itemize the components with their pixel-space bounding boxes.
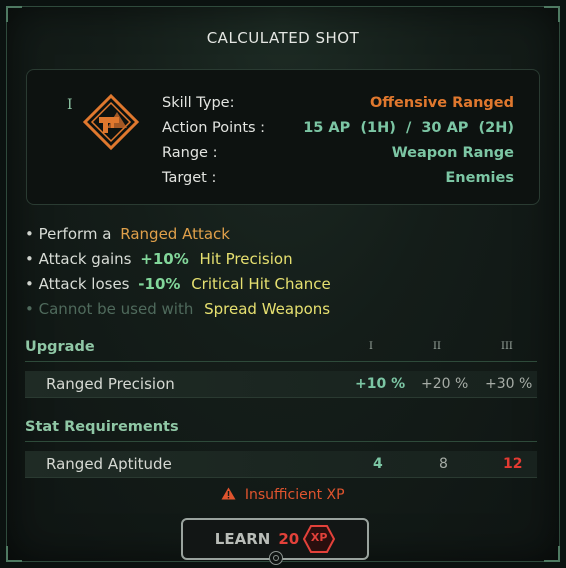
bullet: •	[25, 225, 34, 243]
info-label: Range :	[162, 145, 218, 161]
learn-button-label: LEARN	[214, 530, 271, 548]
xp-currency-label: XP	[310, 531, 328, 544]
info-label: Action Points :	[162, 120, 266, 136]
upgrade-value-tier-3: +30 %	[485, 376, 533, 392]
info-value: Enemies	[445, 170, 514, 186]
effect-text: Perform a	[38, 225, 112, 243]
info-row-range: Range : Weapon Range	[162, 145, 514, 170]
frame-corner	[6, 6, 22, 22]
tier-1-label: I	[369, 341, 373, 352]
effect-value: +10%	[140, 250, 189, 268]
info-value: Offensive Ranged	[369, 95, 514, 111]
insufficient-xp-warning: Insufficient XP	[7, 487, 559, 503]
upgrade-heading: Upgrade I II III	[25, 339, 537, 362]
effect-text: Attack loses	[38, 275, 130, 293]
bullet: •	[25, 300, 34, 318]
skill-tooltip-panel: CALCULATED SHOT I Skill Type: Offensive …	[6, 6, 560, 565]
effect-line: • Attack loses -10% Critical Hit Chance	[25, 275, 331, 300]
info-label: Target :	[162, 170, 217, 186]
skill-info-list: Skill Type: Offensive Ranged Action Poin…	[162, 95, 514, 195]
info-row-skill-type: Skill Type: Offensive Ranged	[162, 95, 514, 120]
requirements-heading: Stat Requirements	[25, 419, 537, 442]
frame-corner	[544, 546, 560, 562]
effect-keyword: Hit Precision	[199, 250, 293, 268]
panel-knob-decoration	[269, 551, 283, 565]
info-label: Skill Type:	[162, 95, 235, 111]
info-value: Weapon Range	[391, 145, 514, 161]
info-value: 15 AP (1H) / 30 AP (2H)	[303, 120, 514, 136]
effect-text: Attack gains	[38, 250, 132, 268]
effect-value: -10%	[138, 275, 181, 293]
info-row-target: Target : Enemies	[162, 170, 514, 195]
ranged-skill-icon	[81, 92, 141, 152]
frame-corner	[6, 546, 22, 562]
effect-keyword: Critical Hit Chance	[191, 275, 331, 293]
skill-info-box: I Skill Type: Offensive Ranged Action Po…	[26, 69, 540, 205]
upgrade-heading-label: Upgrade	[25, 339, 95, 355]
requirement-row-name: Ranged Aptitude	[46, 455, 172, 473]
tier-3-label: III	[501, 341, 513, 352]
effect-line: • Perform a Ranged Attack	[25, 225, 331, 250]
info-row-action-points: Action Points : 15 AP (1H) / 30 AP (2H)	[162, 120, 514, 145]
skill-title: CALCULATED SHOT	[206, 29, 360, 47]
warning-text: Insufficient XP	[244, 487, 345, 503]
effect-line: • Attack gains +10% Hit Precision	[25, 250, 331, 275]
effect-keyword: Spread Weapons	[204, 300, 331, 318]
tier-2-label: II	[433, 341, 441, 352]
requirement-value-tier-1: 4	[373, 456, 383, 472]
effect-line: • Cannot be used with Spread Weapons	[25, 300, 331, 325]
upgrade-row-name: Ranged Precision	[46, 375, 175, 393]
bullet: •	[25, 250, 34, 268]
bullet: •	[25, 275, 34, 293]
effect-keyword: Ranged Attack	[120, 225, 230, 243]
upgrade-value-tier-1: +10 %	[355, 376, 406, 392]
requirement-value-tier-2: 8	[439, 456, 448, 472]
rank-mark: I	[67, 97, 73, 113]
skill-effects-list: • Perform a Ranged Attack • Attack gains…	[25, 225, 331, 325]
upgrade-value-tier-2: +20 %	[421, 376, 469, 392]
requirement-value-tier-3: 12	[503, 456, 523, 472]
upgrade-row: Ranged Precision +10 % +20 % +30 %	[25, 371, 537, 398]
warning-icon	[221, 487, 236, 500]
xp-icon: XP	[303, 525, 336, 553]
effect-text: Cannot be used with	[38, 300, 194, 318]
requirement-row: Ranged Aptitude 4 8 12	[25, 451, 537, 478]
frame-corner	[544, 6, 560, 22]
xp-cost: 20	[278, 530, 300, 548]
